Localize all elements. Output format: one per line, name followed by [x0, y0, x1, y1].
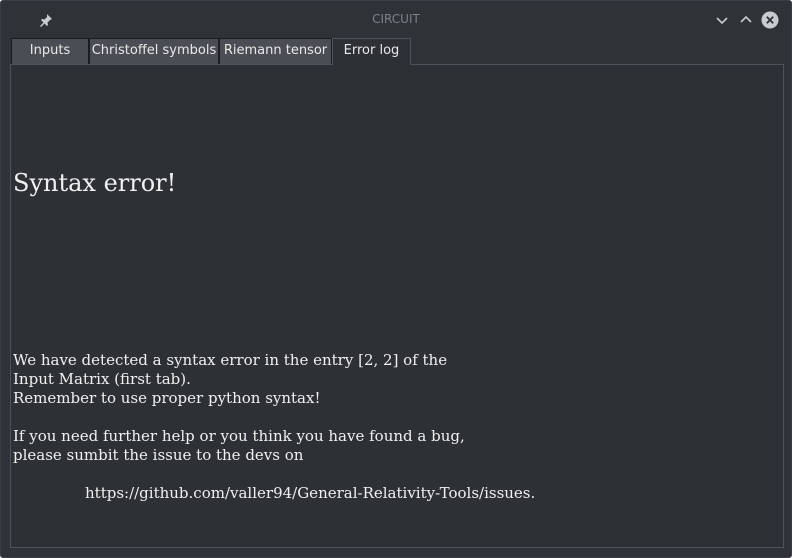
help-message-line: please sumbit the issue to the devs on	[13, 446, 304, 464]
title-bar[interactable]: CIRCUIT	[1, 1, 791, 37]
tab-christoffel-symbols[interactable]: Christoffel symbols	[89, 38, 219, 64]
app-window: CIRCUIT Inputs Christoffel symbols Riema…	[0, 0, 792, 558]
error-message-line: Remember to use proper python syntax!	[13, 389, 321, 407]
error-message-line: Input Matrix (first tab).	[13, 370, 191, 388]
chevron-down-icon[interactable]	[713, 11, 731, 29]
tab-riemann-tensor[interactable]: Riemann tensor	[219, 38, 332, 64]
tab-error-log[interactable]: Error log	[332, 38, 411, 65]
chevron-up-icon[interactable]	[737, 11, 755, 29]
window-title: CIRCUIT	[372, 12, 420, 26]
tab-inputs[interactable]: Inputs	[11, 38, 89, 64]
error-message-line: We have detected a syntax error in the e…	[13, 351, 448, 369]
issues-link[interactable]: https://github.com/valler94/General-Rela…	[85, 484, 535, 503]
error-log-panel: Syntax error! We have detected a syntax …	[10, 64, 784, 548]
error-title: Syntax error!	[13, 169, 177, 197]
close-icon[interactable]	[761, 11, 779, 29]
help-message-line: If you need further help or you think yo…	[13, 427, 465, 445]
